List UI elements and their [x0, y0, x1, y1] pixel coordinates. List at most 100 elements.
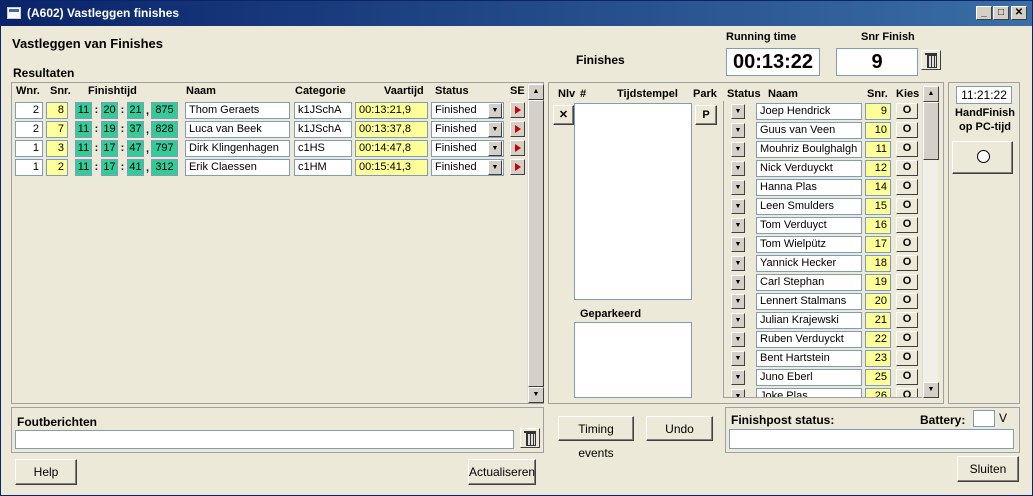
chevron-down-icon[interactable]: ▼ [488, 122, 502, 137]
finish-second-field[interactable]: 21 [127, 102, 144, 119]
status-dropdown-chevron-down-icon[interactable]: ▼ [731, 256, 745, 271]
finish-second-field[interactable]: 41 [127, 159, 144, 176]
kies-button[interactable]: O [896, 350, 918, 366]
snr-field[interactable]: 7 [46, 121, 68, 138]
naam-field[interactable]: Thom Geraets [185, 102, 290, 119]
snr-field[interactable]: 3 [46, 140, 68, 157]
finish-hour-field[interactable]: 11 [75, 121, 92, 138]
wnr-field[interactable]: 1 [15, 140, 43, 157]
status-dropdown-chevron-down-icon[interactable]: ▼ [731, 123, 745, 138]
wnr-field[interactable]: 1 [15, 159, 43, 176]
maximize-button[interactable]: □ [993, 6, 1009, 20]
finish-ms-field[interactable]: 875 [151, 102, 178, 119]
status-dropdown-chevron-down-icon[interactable]: ▼ [731, 370, 745, 385]
scroll-down-arrow-icon[interactable]: ▼ [923, 382, 939, 398]
finish-minute-field[interactable]: 19 [101, 121, 118, 138]
kies-button[interactable]: O [896, 388, 918, 397]
snr-finish-clear-trash-icon[interactable] [921, 50, 941, 70]
vaartijd-field[interactable]: 00:14:47,8 [355, 140, 428, 157]
status-dropdown-chevron-down-icon[interactable]: ▼ [731, 161, 745, 176]
finish-ms-field[interactable]: 828 [151, 121, 178, 138]
chevron-down-icon[interactable]: ▼ [488, 160, 502, 175]
kies-button[interactable]: O [896, 293, 918, 309]
finish-hour-field[interactable]: 11 [75, 159, 92, 176]
minimize-button[interactable]: _ [976, 6, 992, 20]
results-scrollbar[interactable]: ▲ ▼ [527, 84, 544, 403]
scroll-up-arrow-icon[interactable]: ▲ [528, 84, 544, 100]
actualiseren-button[interactable]: Actualiseren [468, 459, 536, 485]
naam-field[interactable]: Luca van Beek [185, 121, 290, 138]
status-dropdown-chevron-down-icon[interactable]: ▼ [731, 237, 745, 252]
kies-button[interactable]: O [896, 274, 918, 290]
finish-ms-field[interactable]: 797 [151, 140, 178, 157]
participants-scrollbar[interactable]: ▲ ▼ [922, 86, 939, 398]
kies-button[interactable]: O [896, 141, 918, 157]
park-button[interactable]: P [695, 105, 717, 125]
status-dropdown-chevron-down-icon[interactable]: ▼ [731, 313, 745, 328]
status-dropdown-chevron-down-icon[interactable]: ▼ [731, 351, 745, 366]
scroll-up-arrow-icon[interactable]: ▲ [923, 86, 939, 102]
chevron-down-icon[interactable]: ▼ [488, 103, 502, 118]
scroll-thumb[interactable] [528, 100, 544, 387]
kies-button[interactable]: O [896, 103, 918, 119]
kies-button[interactable]: O [896, 312, 918, 328]
status-dropdown-chevron-down-icon[interactable]: ▼ [731, 199, 745, 214]
finish-hour-field[interactable]: 11 [75, 102, 92, 119]
vaartijd-field[interactable]: 00:13:21,9 [355, 102, 428, 119]
kies-button[interactable]: O [896, 255, 918, 271]
snr-field[interactable]: 2 [46, 159, 68, 176]
scroll-down-arrow-icon[interactable]: ▼ [528, 387, 544, 403]
finish-minute-field[interactable]: 20 [101, 102, 118, 119]
finish-ms-field[interactable]: 312 [151, 159, 178, 176]
finish-second-field[interactable]: 37 [127, 121, 144, 138]
timestamp-list[interactable] [574, 103, 692, 300]
kies-button[interactable]: O [896, 122, 918, 138]
naam-field[interactable]: Erik Claessen [185, 159, 290, 176]
categorie-field[interactable]: k1JSchA [294, 102, 352, 119]
vaartijd-field[interactable]: 00:15:41,3 [355, 159, 428, 176]
finish-second-field[interactable]: 47 [127, 140, 144, 157]
kies-button[interactable]: O [896, 331, 918, 347]
undo-button[interactable]: Undo [646, 416, 713, 441]
chevron-down-icon[interactable]: ▼ [488, 141, 502, 156]
categorie-field[interactable]: c1HM [294, 159, 352, 176]
status-dropdown-chevron-down-icon[interactable]: ▼ [731, 180, 745, 195]
snr-field[interactable]: 8 [46, 102, 68, 119]
finish-minute-field[interactable]: 17 [101, 140, 118, 157]
kies-button[interactable]: O [896, 369, 918, 385]
close-button[interactable]: ✕ [1011, 6, 1027, 20]
finish-hour-field[interactable]: 11 [75, 140, 92, 157]
naam-field[interactable]: Dirk Klingenhagen [185, 140, 290, 157]
foutberichten-clear-trash-icon[interactable] [520, 428, 540, 448]
handfinish-button[interactable] [952, 141, 1013, 174]
kies-button[interactable]: O [896, 179, 918, 195]
kies-button[interactable]: O [896, 236, 918, 252]
status-dropdown-chevron-down-icon[interactable]: ▼ [731, 389, 745, 397]
vaartijd-field[interactable]: 00:13:37,8 [355, 121, 428, 138]
wnr-field[interactable]: 2 [15, 121, 43, 138]
categorie-field[interactable]: c1HS [294, 140, 352, 157]
status-dropdown-chevron-down-icon[interactable]: ▼ [731, 104, 745, 119]
se-arrow-icon[interactable] [510, 102, 525, 118]
se-arrow-icon[interactable] [510, 159, 525, 175]
help-button[interactable]: Help [15, 459, 77, 485]
sluiten-button[interactable]: Sluiten [957, 456, 1019, 482]
kies-button[interactable]: O [896, 160, 918, 176]
finish-minute-field[interactable]: 17 [101, 159, 118, 176]
nlv-delete-button[interactable]: ✕ [553, 105, 574, 125]
foutberichten-field[interactable] [15, 430, 514, 449]
status-dropdown-chevron-down-icon[interactable]: ▼ [731, 218, 745, 233]
categorie-field[interactable]: k1JSchA [294, 121, 352, 138]
geparkeerd-list[interactable] [574, 322, 692, 398]
status-dropdown-chevron-down-icon[interactable]: ▼ [731, 332, 745, 347]
kies-button[interactable]: O [896, 198, 918, 214]
se-arrow-icon[interactable] [510, 140, 525, 156]
status-dropdown-chevron-down-icon[interactable]: ▼ [731, 142, 745, 157]
kies-button[interactable]: O [896, 217, 918, 233]
timing-events-button[interactable]: Timing events [558, 416, 634, 460]
title-bar[interactable]: (A602) Vastleggen finishes [1, 1, 1032, 26]
scroll-thumb[interactable] [923, 102, 939, 160]
status-dropdown-chevron-down-icon[interactable]: ▼ [731, 294, 745, 309]
wnr-field[interactable]: 2 [15, 102, 43, 119]
se-arrow-icon[interactable] [510, 121, 525, 137]
